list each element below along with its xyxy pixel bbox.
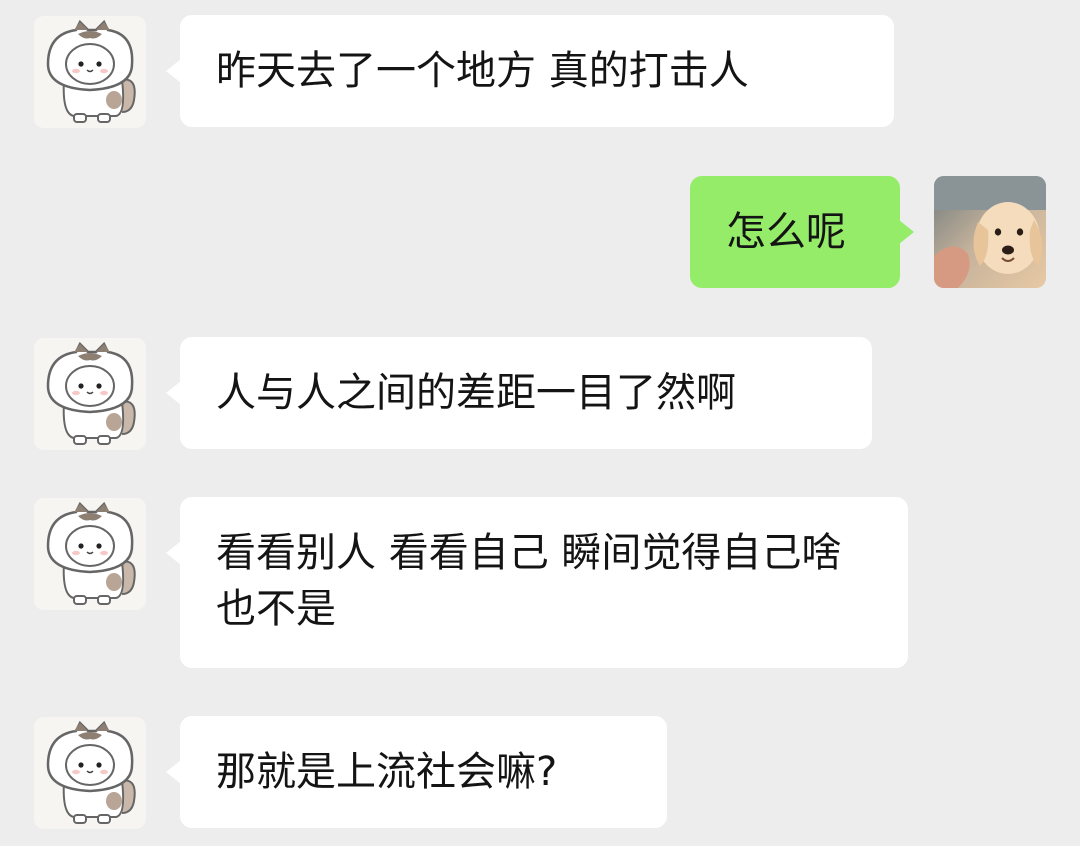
message-bubble-incoming[interactable]: 看看别人 看看自己 瞬间觉得自己啥也不是: [166, 497, 908, 668]
chat-view: 昨天去了一个地方 真的打击人 怎么呢 人与人之间的差距一目了然啊 看看别人 看看…: [0, 0, 1080, 846]
message-text: 看看别人 看看自己 瞬间觉得自己啥也不是: [216, 530, 842, 632]
cat-avatar[interactable]: [34, 717, 146, 829]
cat-hoodie-icon: [34, 717, 146, 829]
bubble-tail: [899, 220, 914, 244]
message-bubble-incoming[interactable]: 昨天去了一个地方 真的打击人: [166, 15, 894, 127]
bubble-tail: [166, 59, 181, 83]
bubble-tail: [166, 541, 181, 565]
cat-avatar[interactable]: [34, 498, 146, 610]
message-text: 怎么呢: [726, 209, 846, 255]
cat-avatar[interactable]: [34, 16, 146, 128]
puppy-photo-icon: [934, 176, 1046, 288]
cat-avatar[interactable]: [34, 338, 146, 450]
message-text: 那就是上流社会嘛?: [216, 749, 558, 795]
bubble-tail: [166, 760, 181, 784]
message-bubble-outgoing[interactable]: 怎么呢: [690, 176, 914, 288]
bubble-tail: [166, 381, 181, 405]
message-text: 昨天去了一个地方 真的打击人: [216, 48, 749, 94]
cat-hoodie-icon: [34, 16, 146, 128]
message-bubble-incoming[interactable]: 人与人之间的差距一目了然啊: [166, 337, 872, 449]
cat-hoodie-icon: [34, 338, 146, 450]
message-bubble-incoming[interactable]: 那就是上流社会嘛?: [166, 716, 667, 828]
message-text: 人与人之间的差距一目了然啊: [216, 370, 736, 416]
puppy-avatar[interactable]: [934, 176, 1046, 288]
cat-hoodie-icon: [34, 498, 146, 610]
